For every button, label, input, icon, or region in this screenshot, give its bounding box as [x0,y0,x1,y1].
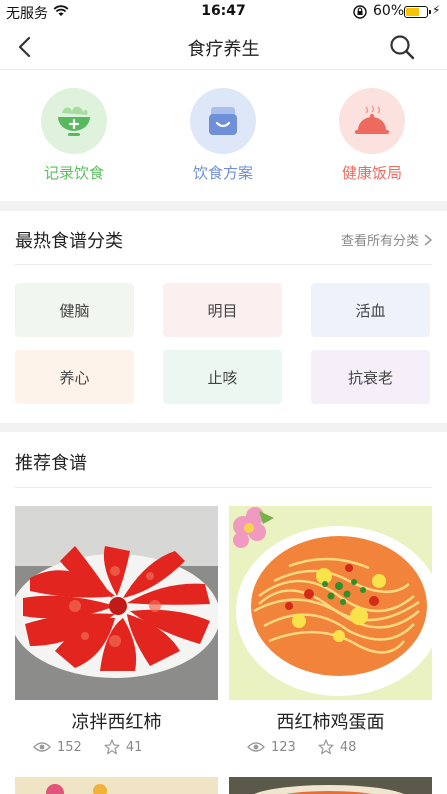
recipe-photo-partial [15,777,218,794]
charging-icon: ⚡ [432,3,441,17]
recipe-name: 凉拌西红柿 [71,712,162,733]
record-diet-button[interactable]: 记录饮食 [14,88,134,183]
nav-bar: 食疗养生 [0,24,447,70]
recommended-section: 推荐食谱 凉拌西红柿 152 41 西红柿鸡蛋面 123 48 [0,432,447,794]
cloche-icon [339,88,405,154]
battery-icon [404,6,431,18]
diet-plan-label: 饮食方案 [192,164,253,182]
bowl-icon [41,88,107,154]
recipe-card[interactable]: 凉拌西红柿 152 41 [15,506,218,755]
see-all-label: 查看所有分类 [340,234,419,249]
section-title-recommend: 推荐食谱 [15,453,87,474]
page-title: 食疗养生 [187,39,260,60]
healthy-dinner-label: 健康饭局 [341,164,402,182]
category-tag[interactable]: 健脑 [15,283,134,337]
see-all-categories-link[interactable]: 查看所有分类 [341,230,433,249]
battery-percent: 60% [373,3,405,19]
divider [15,264,432,265]
category-tag[interactable]: 抗衰老 [311,350,430,404]
view-count: 152 [57,739,82,755]
diet-plan-button[interactable]: 饮食方案 [163,88,283,183]
eye-icon [247,742,265,752]
recipe-photo-partial [229,777,432,794]
eye-icon [33,742,51,752]
view-count: 123 [271,739,296,755]
recipe-name: 西红柿鸡蛋面 [276,712,385,733]
category-tag[interactable]: 止咳 [163,350,282,404]
category-label: 明目 [207,301,238,320]
section-title-hot: 最热食谱分类 [15,231,123,252]
category-tag[interactable]: 明目 [163,283,282,337]
lunchbox-icon [190,88,256,154]
hot-categories-section: 最热食谱分类 查看所有分类 健脑 明目 活血 养心 止咳 抗衰老 [0,211,447,423]
category-label: 抗衰老 [347,368,393,387]
chevron-right-icon [424,233,433,246]
star-count: 48 [339,739,357,755]
record-diet-label: 记录饮食 [43,164,104,182]
rotation-lock-icon [353,5,367,19]
recipe-meta: 152 41 [15,739,218,755]
status-bar: 无服务 16:47 60% ⚡ [0,0,447,24]
recipe-photo [229,506,432,700]
star-count: 41 [125,739,143,755]
recipe-photo [15,506,218,700]
recipe-card[interactable]: 西红柿鸡蛋面 123 48 [229,506,432,755]
category-tag[interactable]: 活血 [311,283,430,337]
search-icon[interactable] [388,33,416,61]
category-label: 养心 [59,368,90,387]
star-icon[interactable] [104,739,120,755]
quick-actions: 记录饮食 饮食方案 健康饭局 [0,70,447,201]
divider [15,487,432,488]
category-label: 止咳 [207,368,238,387]
category-label: 活血 [355,301,386,320]
category-label: 健脑 [59,301,90,320]
healthy-dinner-button[interactable]: 健康饭局 [312,88,432,183]
recipe-meta: 123 48 [229,739,432,755]
star-icon[interactable] [318,739,334,755]
category-tag[interactable]: 养心 [15,350,134,404]
